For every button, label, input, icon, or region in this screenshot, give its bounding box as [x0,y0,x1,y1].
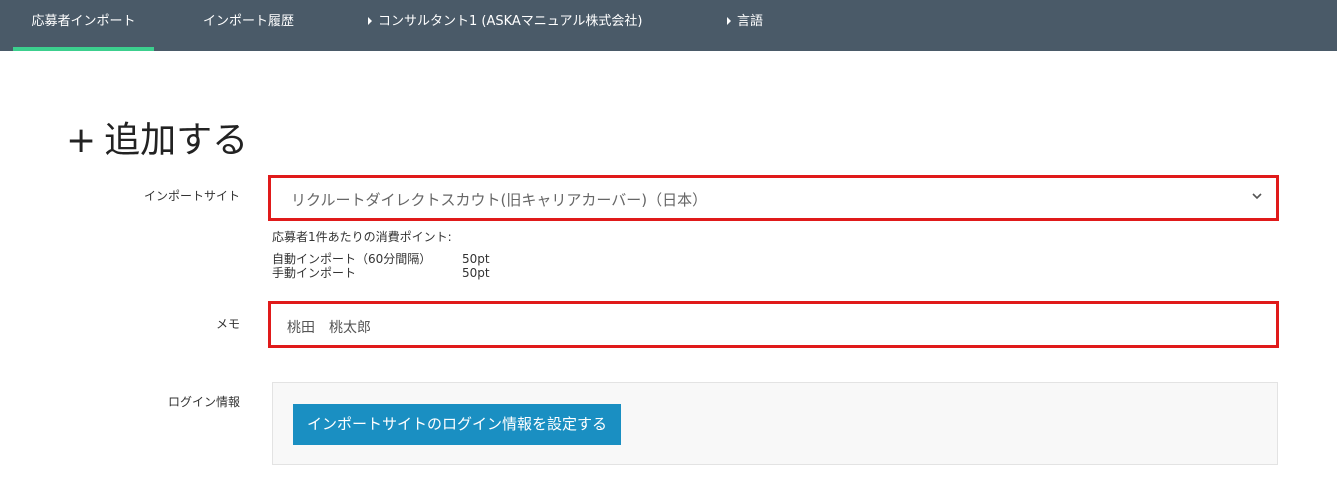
import-site-selected-value: リクルートダイレクトスカウト(旧キャリアカーバー)（日本） [291,191,708,209]
page-title: + 追加する [66,117,248,165]
auto-import-label: 自動インポート（60分間隔） [272,252,432,266]
import-site-label: インポートサイト [143,189,240,203]
manual-import-label: 手動インポート [272,266,357,280]
nav-item-applicant-import[interactable]: 応募者インポート [13,0,154,51]
chevron-down-icon [1252,193,1262,200]
nav-item-label: 言語 [737,14,764,29]
import-site-select[interactable]: リクルートダイレクトスカウト(旧キャリアカーバー)（日本） [268,175,1279,221]
auto-import-points: 50pt [462,252,490,266]
caret-right-icon [727,17,731,25]
top-nav: 応募者インポート インポート履歴 コンサルタント1 (ASKAマニュアル株式会社… [0,0,1337,51]
points-heading: 応募者1件あたりの消費ポイント: [272,230,452,244]
nav-item-label: インポート履歴 [203,14,295,29]
points-row-auto: 自動インポート（60分間隔） 50pt [272,252,490,266]
nav-item-label: コンサルタント1 (ASKAマニュアル株式会社) [378,14,643,29]
login-info-label: ログイン情報 [167,395,240,409]
nav-item-consultant-menu[interactable]: コンサルタント1 (ASKAマニュアル株式会社) [368,0,643,51]
memo-input[interactable]: 桃田 桃太郎 [268,301,1279,348]
memo-value: 桃田 桃太郎 [287,320,371,336]
login-info-panel: インポートサイトのログイン情報を設定する [272,382,1278,465]
nav-item-language-menu[interactable]: 言語 [727,0,763,51]
plus-icon: + [66,120,97,161]
set-login-info-button[interactable]: インポートサイトのログイン情報を設定する [293,404,622,445]
points-row-manual: 手動インポート 50pt [272,266,490,280]
nav-item-import-history[interactable]: インポート履歴 [203,0,294,51]
caret-right-icon [368,17,372,25]
memo-label: メモ [215,317,240,331]
manual-import-points: 50pt [462,266,490,280]
points-info: 応募者1件あたりの消費ポイント: 自動インポート（60分間隔） 50pt 手動イン… [272,230,490,280]
nav-item-label: 応募者インポート [31,14,136,29]
page-title-text: 追加する [104,120,249,161]
